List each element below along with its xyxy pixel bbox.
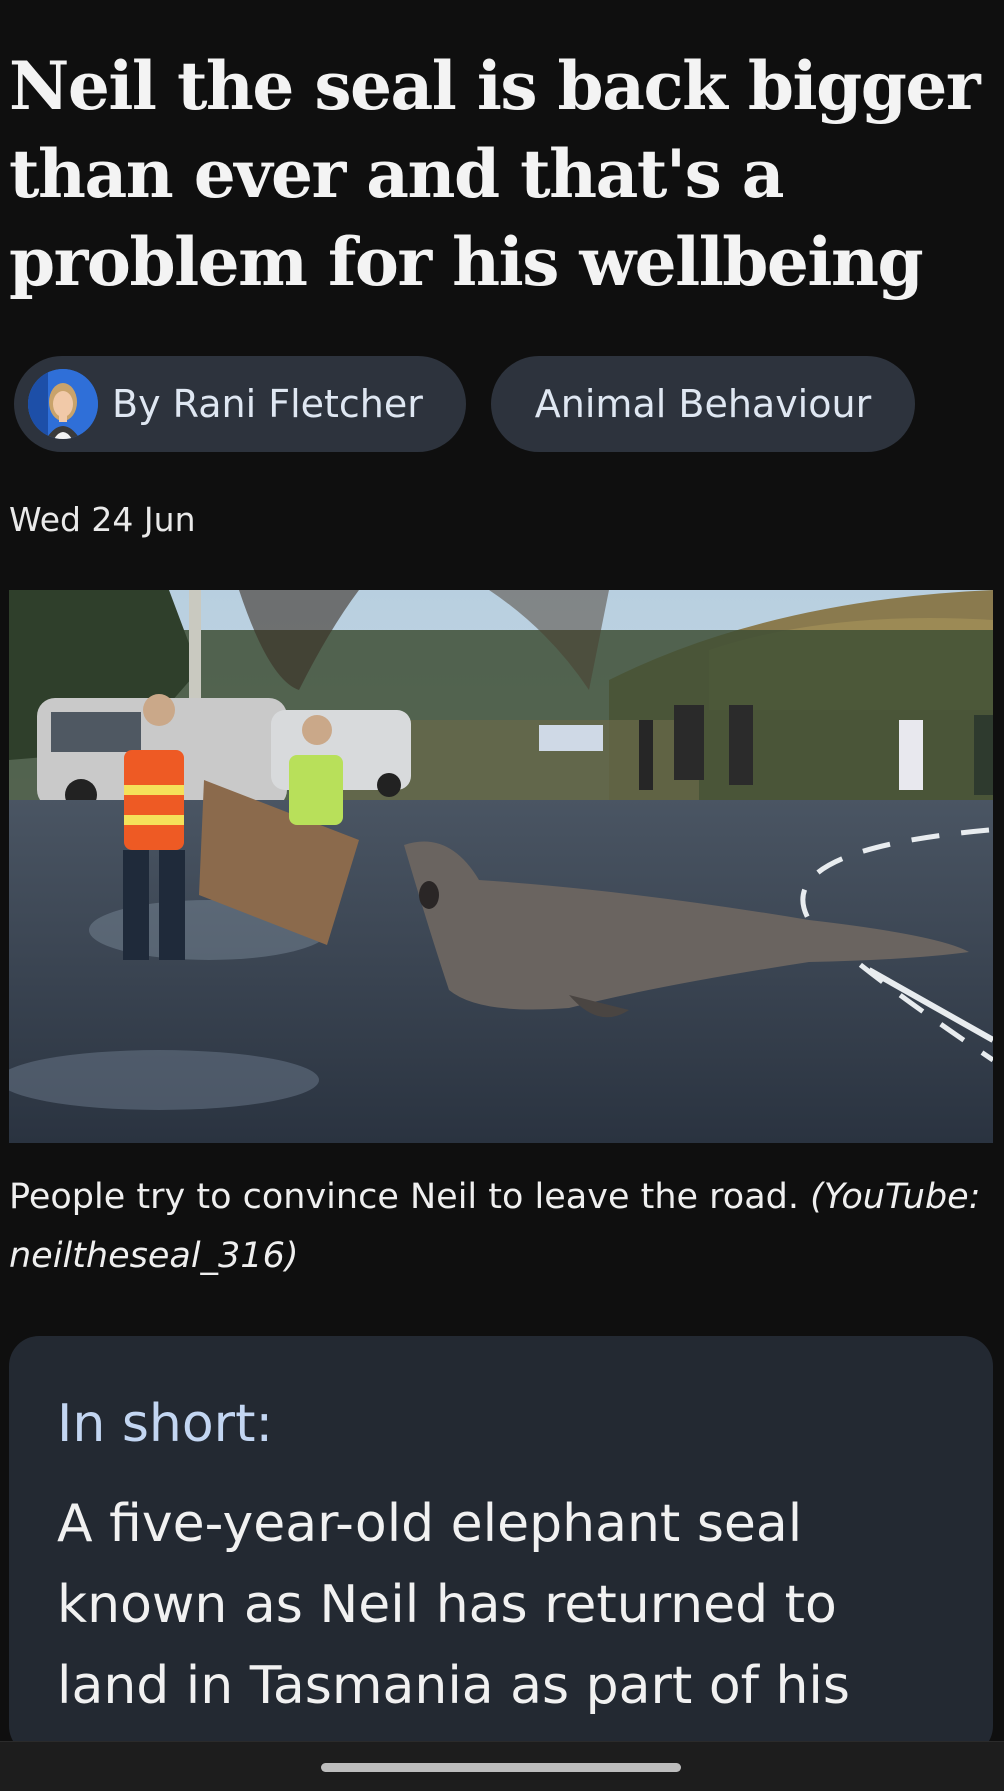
publish-date: Wed 24 Jun [9, 500, 196, 539]
topic-label: Animal Behaviour [534, 382, 872, 426]
topic-tag[interactable]: Animal Behaviour [491, 356, 915, 452]
caption-text: People try to convince Neil to leave the… [9, 1177, 799, 1217]
article-headline: Neil the seal is back bigger than ever a… [9, 47, 981, 301]
home-indicator[interactable] [321, 1763, 681, 1772]
article-photo [9, 590, 993, 1143]
author-name: By Rani Fletcher [112, 382, 423, 426]
photo-caption: People try to convince Neil to leave the… [9, 1168, 989, 1286]
in-short-body: A five-year-old elephant seal known as N… [57, 1494, 850, 1716]
in-short-heading: In short: [57, 1394, 273, 1454]
author-pill[interactable]: By Rani Fletcher [14, 356, 466, 452]
author-avatar [28, 369, 98, 439]
system-navigation-bar [0, 1741, 1004, 1791]
in-short-card: In short: A five-year-old elephant seal … [9, 1336, 993, 1756]
